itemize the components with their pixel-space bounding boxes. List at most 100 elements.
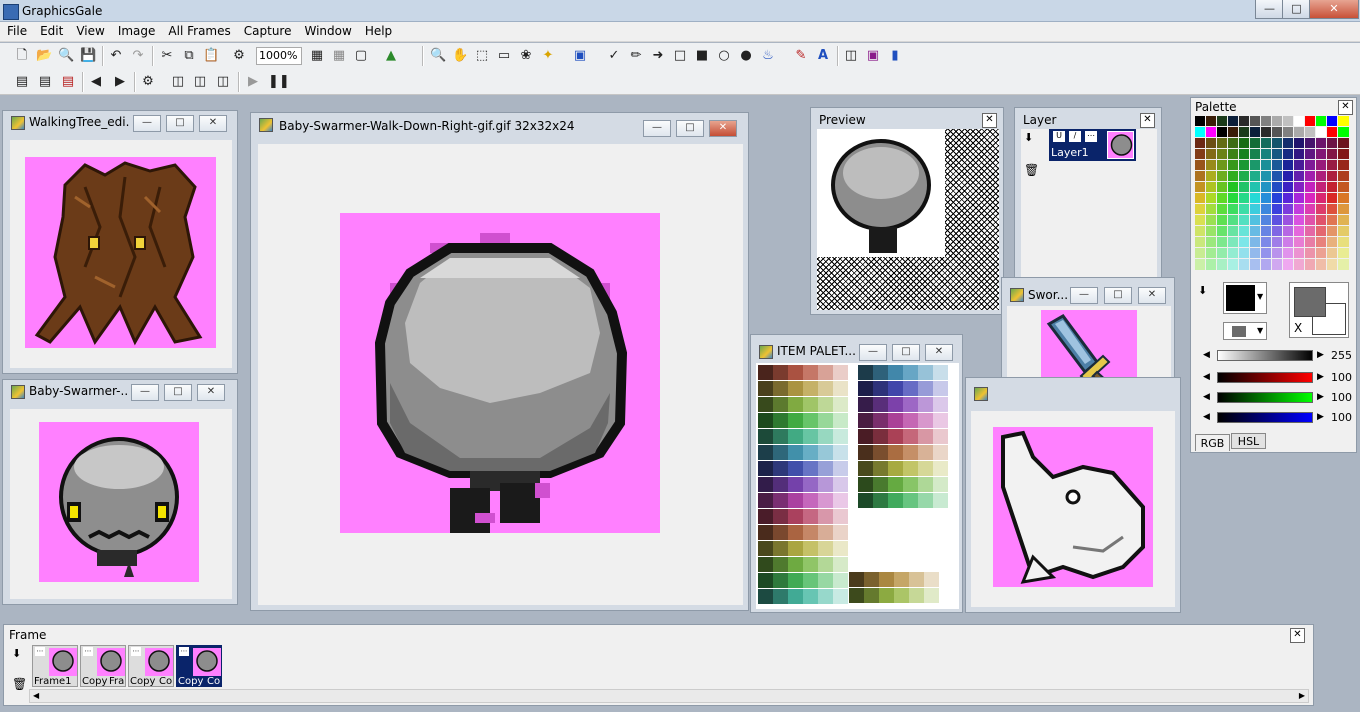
background-color-select[interactable]: ▼ [1223, 322, 1267, 340]
item-palette-swatch[interactable] [903, 493, 918, 508]
baby-swarmer-small-titlebar[interactable]: Baby-Swarmer-... — □ ✕ [3, 380, 237, 402]
item-palette-swatch[interactable] [903, 429, 918, 444]
next-frame-icon[interactable]: ▶ [112, 74, 128, 90]
item-palette-swatch[interactable] [888, 477, 903, 492]
item-palette-viewport[interactable] [756, 363, 959, 609]
zoom-tool-icon[interactable]: 🔍 [430, 48, 446, 64]
walking-tree-canvas[interactable] [25, 157, 216, 348]
palette-swatch[interactable] [1249, 170, 1262, 183]
item-palette-swatch[interactable] [903, 381, 918, 396]
arrow-right-icon[interactable]: ▶ [1317, 372, 1324, 382]
item-palette-swatch[interactable] [833, 445, 848, 460]
item-palette-swatch[interactable] [803, 493, 818, 508]
item-palette-swatch[interactable] [849, 588, 864, 603]
palette-swatch[interactable] [1271, 170, 1284, 183]
palette-swatch[interactable] [1260, 137, 1273, 150]
item-palette-swatch[interactable] [788, 573, 803, 588]
item-palette-swatch[interactable] [873, 493, 888, 508]
palette-swatch[interactable] [1249, 192, 1262, 205]
palette-swatch[interactable] [1304, 247, 1317, 260]
palette-swatch[interactable] [1293, 203, 1306, 216]
palette-swatch[interactable] [1282, 225, 1295, 238]
palette-swatch[interactable] [1216, 192, 1229, 205]
palette-swatch[interactable] [1315, 159, 1328, 172]
palette-swatch[interactable] [1205, 236, 1218, 249]
creature-canvas[interactable] [993, 427, 1153, 587]
palette-swatch[interactable] [1337, 170, 1350, 183]
palette-swatch[interactable] [1205, 181, 1218, 194]
sword-titlebar[interactable]: Swor... — □ ✕ [1002, 278, 1174, 304]
palette-swatch[interactable] [1304, 214, 1317, 227]
palette-swatch[interactable] [1238, 247, 1251, 260]
palette-swatch[interactable] [1293, 115, 1306, 128]
item-palette-swatch[interactable] [903, 445, 918, 460]
palette-swatch[interactable] [1194, 236, 1207, 249]
walking-tree-titlebar[interactable]: WalkingTree_edi... — □ ✕ [3, 111, 237, 133]
dropper-icon[interactable]: ✓ [606, 48, 622, 64]
item-palette-swatch[interactable] [818, 365, 833, 380]
open-folder-icon[interactable]: 📂 [36, 48, 52, 64]
layer-panel[interactable]: Layer ✕ ⬇ 🗑 U / ⋯ Layer1 [1014, 107, 1162, 285]
palette-swatch[interactable] [1260, 236, 1273, 249]
item-palette-swatch[interactable] [918, 493, 933, 508]
palette-swatch[interactable] [1260, 159, 1273, 172]
ellipse-icon[interactable]: ○ [716, 48, 732, 64]
palette-swatch[interactable] [1216, 181, 1229, 194]
import-icon[interactable]: ⬇ [1024, 131, 1033, 144]
item-palette-swatch[interactable] [849, 572, 864, 587]
rotate-frames-icon[interactable]: ◫ [192, 74, 208, 90]
arrow-left-icon[interactable]: ◀ [1203, 372, 1210, 382]
palette-swatch[interactable] [1238, 258, 1251, 271]
palette-swatch[interactable] [1304, 148, 1317, 161]
palette-swatch[interactable] [1271, 225, 1284, 238]
palette-swatch[interactable] [1315, 192, 1328, 205]
palette-swatch[interactable] [1271, 258, 1284, 271]
palette-swatch[interactable] [1205, 203, 1218, 216]
menu-view[interactable]: View [69, 22, 110, 38]
palette-swatch[interactable] [1293, 159, 1306, 172]
item-palette-swatch[interactable] [788, 477, 803, 492]
item-palette-swatch[interactable] [918, 429, 933, 444]
palette-swatch[interactable] [1260, 247, 1273, 260]
item-palette-swatch[interactable] [818, 573, 833, 588]
item-palette-swatch[interactable] [818, 541, 833, 556]
item-palette-swatch[interactable] [918, 397, 933, 412]
palette-swatch[interactable] [1337, 247, 1350, 260]
palette-swatch[interactable] [1260, 225, 1273, 238]
item-palette-swatch[interactable] [858, 461, 873, 476]
maximize-icon[interactable]: □ [676, 120, 704, 137]
item-palette-swatch[interactable] [818, 429, 833, 444]
palette-swatch[interactable] [1282, 159, 1295, 172]
palette-swatch[interactable] [1326, 137, 1339, 150]
item-palette-swatch[interactable] [773, 365, 788, 380]
palette-swatch[interactable] [1194, 170, 1207, 183]
item-palette-swatch[interactable] [903, 397, 918, 412]
palette-swatch[interactable] [1260, 170, 1273, 183]
frame-item-4-selected[interactable]: ⋯ Copy Co [176, 645, 222, 687]
onion-skin-icon[interactable]: ▣ [865, 48, 881, 64]
palette-swatch[interactable] [1304, 225, 1317, 238]
primary-color[interactable] [1294, 287, 1326, 317]
palette-swatch[interactable] [1326, 214, 1339, 227]
pencil-icon[interactable]: ✏ [628, 48, 644, 64]
palette-swatch[interactable] [1216, 170, 1229, 183]
menu-file[interactable]: File [0, 22, 33, 38]
palette-swatch[interactable] [1315, 258, 1328, 271]
item-palette-swatch[interactable] [833, 365, 848, 380]
palette-swatch[interactable] [1304, 203, 1317, 216]
item-palette-swatch[interactable] [818, 477, 833, 492]
palette-swatch[interactable] [1304, 192, 1317, 205]
gray-slider-row[interactable]: ◀ ▶ 255 [1201, 348, 1352, 364]
palette-swatch[interactable] [1194, 225, 1207, 238]
item-palette-swatch[interactable] [788, 429, 803, 444]
main-editor-titlebar[interactable]: Baby-Swarmer-Walk-Down-Right-gif.gif 32x… [251, 113, 748, 137]
palette-swatch[interactable] [1227, 126, 1240, 139]
item-palette-swatch[interactable] [758, 589, 773, 604]
layer-options-icon[interactable]: ⋯ [1085, 131, 1097, 142]
palette-swatch[interactable] [1249, 115, 1262, 128]
item-palette-swatch[interactable] [833, 573, 848, 588]
preview-panel[interactable]: Preview ✕ [810, 107, 1004, 315]
palette-swatch[interactable] [1216, 203, 1229, 216]
preview-viewport[interactable] [817, 129, 999, 310]
item-palette-swatch[interactable] [788, 493, 803, 508]
